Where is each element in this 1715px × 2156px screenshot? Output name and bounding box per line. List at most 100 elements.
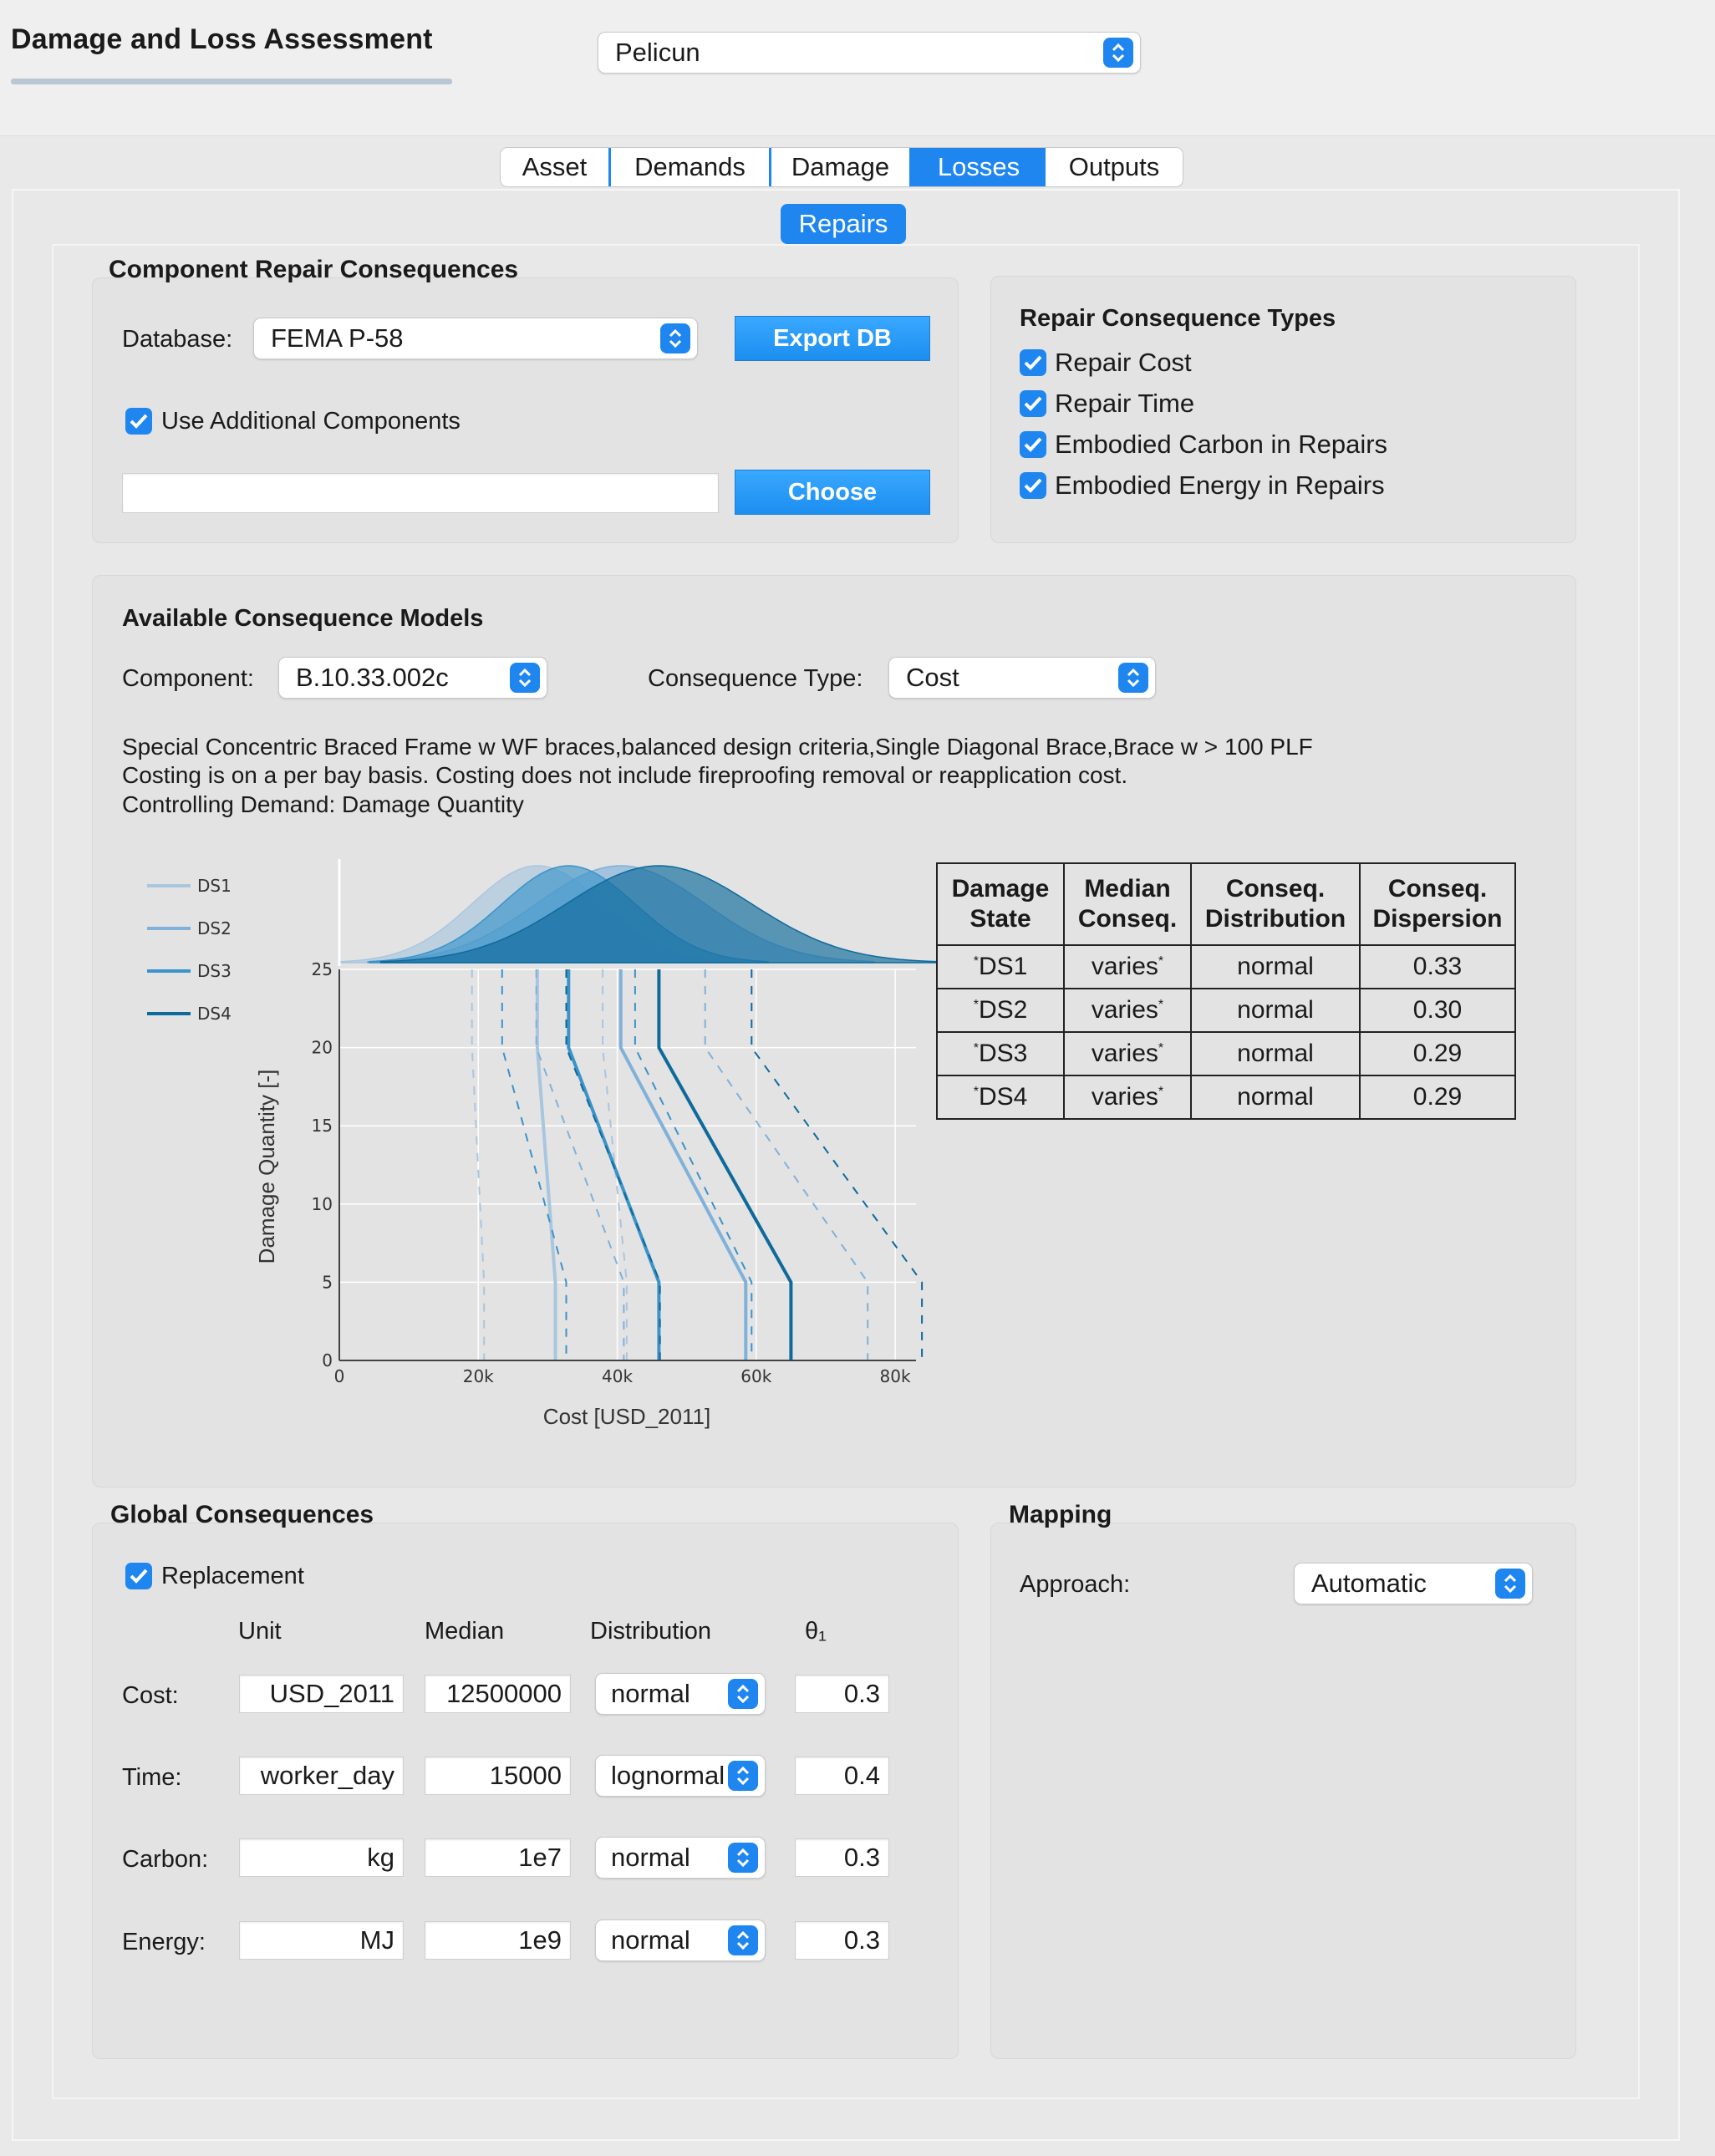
database-select-value: FEMA P-58 <box>271 323 404 353</box>
unit-field[interactable]: worker_day <box>239 1757 404 1795</box>
tab-outputs[interactable]: Outputs <box>1046 148 1183 186</box>
chevron-updown-icon <box>1103 38 1133 68</box>
table-header-distribution: Conseq. Distribution <box>1190 862 1361 946</box>
table-header-damage-state: Damage State <box>936 862 1065 946</box>
legend-label-ds4: DS4 <box>197 1004 232 1024</box>
unit-field[interactable]: USD_2011 <box>239 1675 404 1713</box>
table-header-median: Median Conseq. <box>1063 862 1192 946</box>
consequence-type-value: Cost <box>906 663 959 692</box>
consequence-types-title: Repair Consequence Types <box>1020 305 1336 332</box>
distribution-select[interactable]: normal <box>595 1837 766 1879</box>
unit-field[interactable]: MJ <box>239 1921 404 1960</box>
theta-field[interactable]: 0.3 <box>795 1921 889 1960</box>
y-tick-label: 20 <box>312 1038 333 1058</box>
component-select[interactable]: B.10.33.002c <box>278 657 547 699</box>
embodied-energy-label: Embodied Energy in Repairs <box>1055 470 1385 500</box>
database-label: Database: <box>122 326 233 353</box>
choose-button[interactable]: Choose <box>735 470 930 515</box>
checkmark-icon <box>130 414 148 429</box>
approach-select[interactable]: Automatic <box>1294 1563 1533 1604</box>
y-tick-label: 25 <box>312 959 333 979</box>
tab-damage[interactable]: Damage <box>771 148 912 186</box>
tab-demands[interactable]: Demands <box>611 148 771 186</box>
distribution-select[interactable]: normal <box>595 1920 766 1961</box>
series-band-ds4 <box>751 969 924 1360</box>
controlling-demand: Controlling Demand: Damage Quantity <box>122 791 524 817</box>
replacement-checkbox[interactable] <box>125 1563 152 1589</box>
median-field[interactable]: 1e9 <box>425 1921 571 1960</box>
theta-header: θ₁ <box>805 1618 827 1645</box>
approach-label: Approach: <box>1020 1571 1131 1598</box>
series-line-ds1 <box>535 969 557 1360</box>
legend-label-ds3: DS3 <box>197 961 232 981</box>
app-select[interactable]: Pelicun <box>598 32 1141 74</box>
legend-label-ds1: DS1 <box>197 876 232 896</box>
additional-path-input[interactable] <box>122 473 719 513</box>
checkmark-icon <box>1024 396 1042 411</box>
global-row-label: Carbon: <box>122 1846 209 1873</box>
tab-asset[interactable]: Asset <box>501 148 611 186</box>
embodied-carbon-label: Embodied Carbon in Repairs <box>1055 430 1388 459</box>
chevron-updown-icon <box>728 1761 758 1791</box>
embodied-carbon-checkbox[interactable] <box>1020 431 1046 458</box>
consequence-models-title: Available Consequence Models <box>122 605 484 632</box>
series-band-ds2 <box>535 969 625 1360</box>
distribution-select-value: lognormal <box>611 1761 725 1790</box>
component-repair-title: Component Repair Consequences <box>109 256 519 283</box>
tab-losses[interactable]: Losses <box>912 148 1046 186</box>
series-line-ds2 <box>618 969 748 1360</box>
chevron-updown-icon <box>660 323 690 353</box>
global-row-label: Energy: <box>122 1929 206 1955</box>
legend-label-ds2: DS2 <box>197 918 232 938</box>
component-label: Component: <box>122 665 254 692</box>
consequence-type-select[interactable]: Cost <box>888 657 1156 699</box>
y-tick-label: 15 <box>312 1116 333 1136</box>
checkmark-icon <box>1024 355 1042 370</box>
series-line-ds4 <box>657 969 793 1360</box>
mapping-title: Mapping <box>1009 1501 1112 1528</box>
series-band-ds3 <box>634 969 753 1360</box>
table-row: *DS2 varies* normal 0.30 <box>936 988 1516 1033</box>
replacement-label: Replacement <box>161 1563 304 1589</box>
theta-field[interactable]: 0.4 <box>795 1757 889 1795</box>
distribution-select[interactable]: normal <box>595 1673 766 1715</box>
x-tick-label: 80k <box>880 1366 911 1386</box>
median-field[interactable]: 1e7 <box>425 1838 571 1877</box>
use-additional-checkbox[interactable] <box>125 408 152 435</box>
chart-legend: DS1 DS2 DS3 DS4 <box>147 876 232 1024</box>
export-db-button[interactable]: Export DB <box>735 316 930 361</box>
y-tick-label: 5 <box>322 1272 333 1292</box>
chevron-updown-icon <box>728 1843 758 1873</box>
repair-cost-checkbox[interactable] <box>1020 349 1046 376</box>
distribution-header: Distribution <box>590 1618 712 1645</box>
x-tick-label: 60k <box>740 1366 771 1386</box>
global-row-label: Time: <box>122 1764 182 1791</box>
y-tick-label: 0 <box>322 1350 333 1370</box>
checkmark-icon <box>1024 478 1042 493</box>
series-band-ds2 <box>704 969 869 1360</box>
embodied-energy-checkbox[interactable] <box>1020 472 1046 499</box>
distribution-select-value: normal <box>611 1679 690 1708</box>
table-row: *DS4 varies* normal 0.29 <box>936 1075 1516 1120</box>
repair-time-checkbox[interactable] <box>1020 390 1046 417</box>
theta-field[interactable]: 0.3 <box>795 1838 889 1877</box>
median-field[interactable]: 12500000 <box>425 1675 571 1713</box>
distribution-select[interactable]: lognormal <box>595 1755 766 1797</box>
chart-grid <box>338 969 916 1361</box>
distribution-select-value: normal <box>611 1925 690 1955</box>
table-row: *DS1 varies* normal 0.33 <box>936 944 1516 989</box>
median-field[interactable]: 15000 <box>425 1757 571 1795</box>
global-row-label: Cost: <box>122 1682 179 1709</box>
chevron-updown-icon <box>510 663 540 693</box>
theta-field[interactable]: 0.3 <box>795 1675 889 1713</box>
costing-note: Costing is on a per bay basis. Costing d… <box>122 762 1128 788</box>
median-header: Median <box>425 1618 505 1645</box>
repair-cost-label: Repair Cost <box>1055 348 1192 377</box>
chevron-updown-icon <box>1118 663 1148 693</box>
x-tick-label: 0 <box>334 1366 345 1386</box>
y-tick-label: 10 <box>312 1194 333 1214</box>
tab-repairs[interactable]: Repairs <box>781 204 906 244</box>
y-axis-label: Damage Quantity [-] <box>254 1070 279 1264</box>
database-select[interactable]: FEMA P-58 <box>253 318 698 359</box>
unit-field[interactable]: kg <box>239 1838 404 1877</box>
